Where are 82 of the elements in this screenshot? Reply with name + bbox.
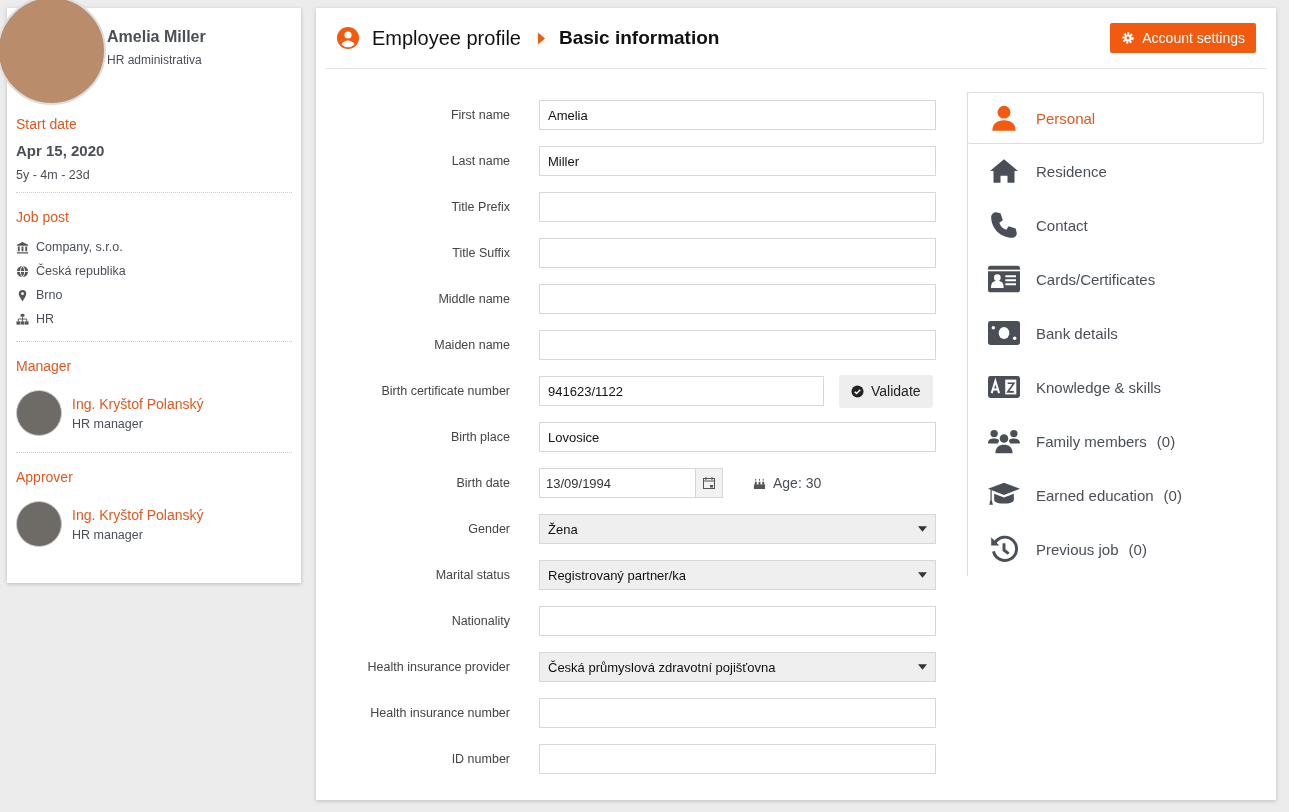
section-tab[interactable]: Contact	[968, 198, 1264, 252]
calendar-icon	[702, 476, 716, 490]
field-label: Title Suffix	[451, 246, 511, 260]
history-clock-icon	[988, 535, 1020, 563]
section-heading: Start date	[16, 116, 78, 132]
section-tab[interactable]: Bank details	[968, 306, 1264, 360]
field-label: Title Prefix	[450, 200, 511, 214]
text-field[interactable]: 941623/1122	[539, 376, 824, 406]
text-field[interactable]: Lovosice	[539, 422, 936, 452]
person-role: HR manager	[72, 416, 144, 431]
job-post-text: Brno	[36, 288, 63, 302]
field-label: Last name	[450, 154, 511, 168]
job-post-text: HR	[36, 312, 55, 326]
job-post-text: Company, s.r.o.	[36, 240, 123, 254]
field-label: Birth date	[455, 476, 511, 490]
dropdown[interactable]: Žena	[539, 514, 936, 544]
section-tab[interactable]: Knowledge & skills	[968, 360, 1264, 414]
field-label: Health insurance number	[369, 706, 511, 720]
date-field[interactable]: 13/09/1994	[539, 468, 695, 498]
phone-icon	[988, 211, 1020, 239]
text-field[interactable]: Amelia	[539, 100, 936, 130]
section-tab[interactable]: Personal	[967, 92, 1264, 144]
age-text: Age: 30	[773, 475, 822, 491]
text-field[interactable]	[539, 698, 936, 728]
field-label: Marital status	[434, 568, 511, 582]
field-label: Maiden name	[433, 338, 511, 352]
caret-down-icon	[918, 572, 927, 578]
person-role: HR manager	[72, 527, 144, 542]
banknote-icon	[988, 319, 1020, 347]
section-heading: Job post	[16, 209, 70, 225]
text-field[interactable]	[539, 192, 936, 222]
job-post-text: Česká republika	[36, 264, 126, 278]
people-group-icon	[988, 427, 1020, 455]
section-heading: Approver	[16, 469, 74, 485]
person-avatar-placeholder	[16, 501, 62, 547]
field-label: Birth certificate number	[380, 384, 511, 398]
text-field[interactable]	[539, 238, 936, 268]
employee-role: HR administrativa	[107, 53, 203, 67]
dropdown[interactable]: Česká průmyslová zdravotní pojišťovna	[539, 652, 936, 682]
translate-icon	[988, 373, 1020, 401]
person-avatar-placeholder	[16, 390, 62, 436]
calendar-button[interactable]	[695, 468, 723, 498]
section-tab[interactable]: Residence	[968, 144, 1264, 198]
map-pin-icon	[16, 288, 29, 302]
caret-right-icon	[536, 31, 545, 45]
house-icon	[988, 157, 1020, 185]
start-date: Apr 15, 2020	[16, 142, 106, 159]
tenure-text: 5y - 4m - 23d	[16, 168, 91, 182]
field-label: ID number	[450, 752, 511, 766]
text-field[interactable]: Miller	[539, 146, 936, 176]
section-tab[interactable]: Previous job (0)	[968, 522, 1264, 576]
employee-name: Amelia Miller	[107, 28, 207, 46]
field-label: Health insurance provider	[366, 660, 511, 674]
section-tab[interactable]: Cards/Certificates	[968, 252, 1264, 306]
check-badge-icon	[851, 384, 864, 398]
field-label: Birth place	[449, 430, 511, 444]
person-name-link[interactable]: Ing. Kryštof Polanský	[72, 395, 204, 412]
breadcrumb-parent[interactable]: Employee profile	[372, 26, 521, 50]
dropdown[interactable]: Registrovaný partner/ka	[539, 560, 936, 590]
id-card-icon	[988, 265, 1020, 293]
user-circle-icon	[336, 26, 360, 50]
settings-icon	[1121, 31, 1136, 45]
validate-button[interactable]: Validate	[839, 374, 933, 408]
org-chart-icon	[16, 312, 29, 326]
section-tab[interactable]: Family members (0)	[968, 414, 1264, 468]
section-heading: Manager	[16, 358, 73, 374]
field-label: Middle name	[437, 292, 511, 306]
field-label: Nationality	[450, 614, 511, 628]
section-tab[interactable]: Earned education (0)	[968, 468, 1264, 522]
field-label: First name	[449, 108, 511, 122]
text-field[interactable]	[539, 606, 936, 636]
globe-icon	[16, 264, 29, 278]
text-field[interactable]	[539, 744, 936, 774]
caret-down-icon	[918, 664, 927, 670]
text-field[interactable]	[539, 284, 936, 314]
caret-down-icon	[918, 526, 927, 532]
field-label: Gender	[467, 522, 511, 536]
text-field[interactable]	[539, 330, 936, 360]
person-name-link[interactable]: Ing. Kryštof Polanský	[72, 506, 204, 523]
bank-building-icon	[16, 240, 29, 254]
cake-icon	[753, 476, 766, 490]
page-title: Basic information	[558, 27, 720, 49]
